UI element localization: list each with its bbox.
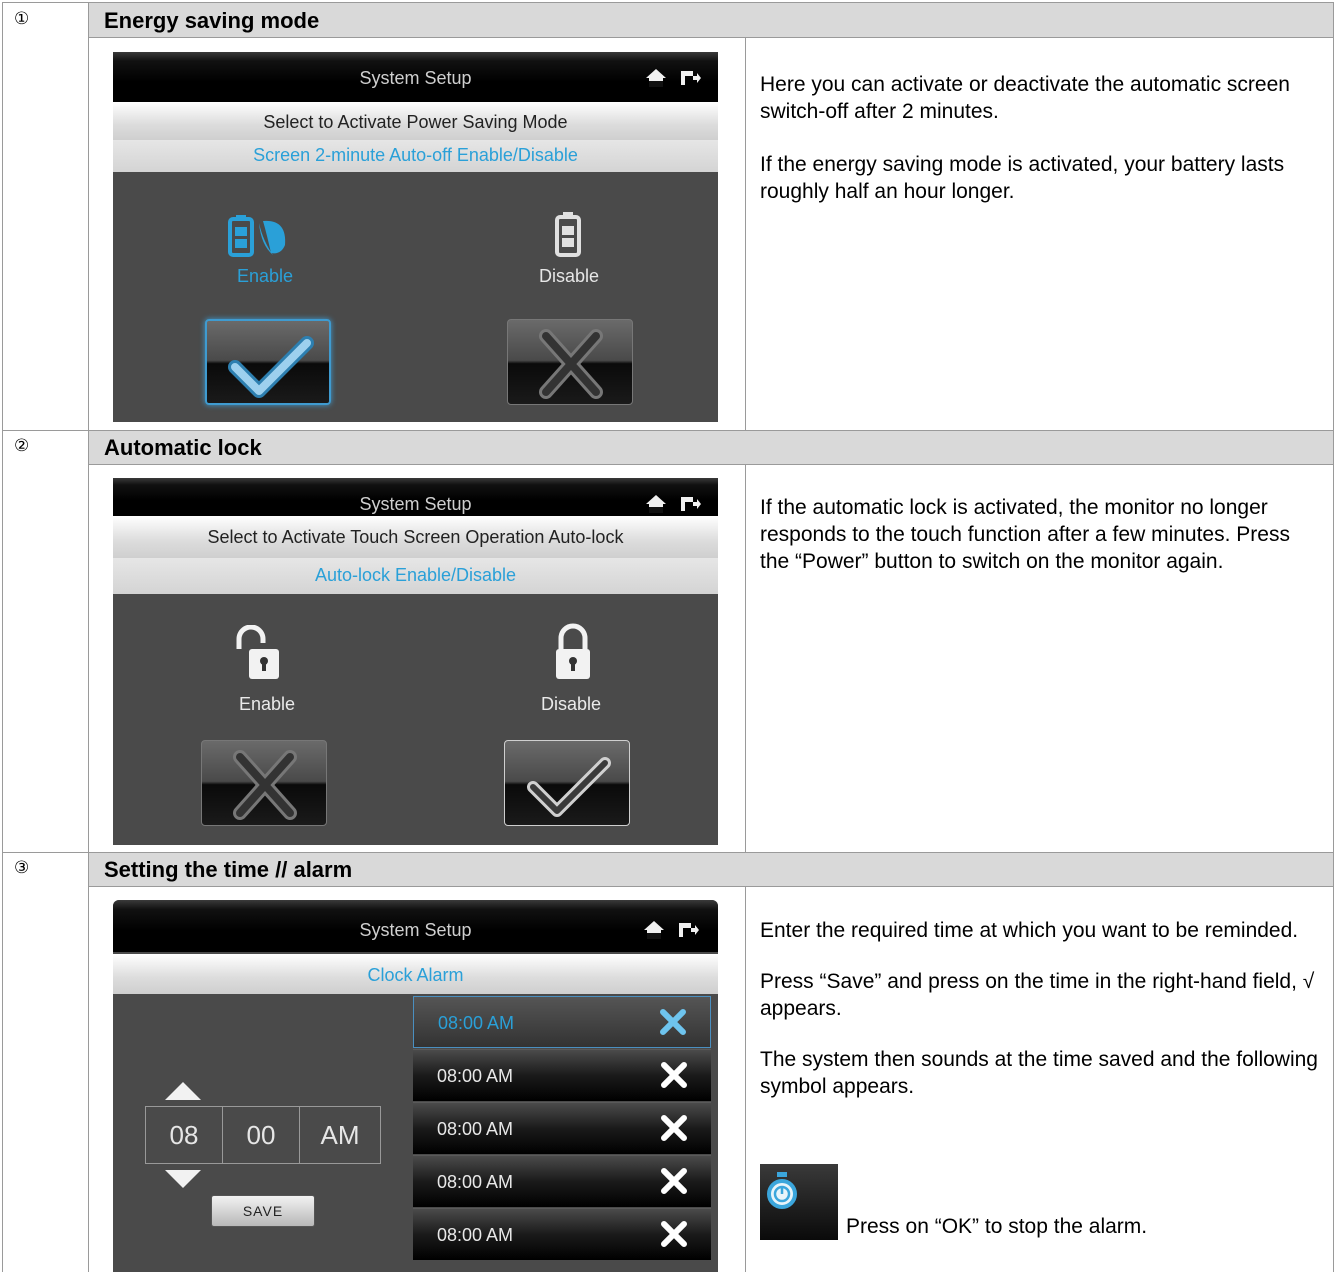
alarm-entry[interactable]: 08:00 AM [413,1102,711,1154]
stopwatch-icon [767,1172,797,1209]
alarm-time: 08:00 AM [437,1119,514,1139]
disable-confirm-button[interactable] [504,740,630,826]
stopwatch-alarm-icon [760,1164,838,1240]
clock-alarm-screen: System Setup Clock Alarm 08 00 AM SAVE 0… [113,900,718,1272]
description-paragraph: If the energy saving mode is activated, … [760,153,1285,203]
grid-line [745,37,746,430]
screen-title: System Setup [359,494,472,514]
screen-subtitle-blue: Screen 2-minute Auto-off Enable/Disable [253,145,578,165]
alarm-entry[interactable]: 08:00 AM [413,1155,711,1207]
section-description: If the automatic lock is activated, the … [760,494,1320,601]
instruction-table: ① Energy saving mode System Setup Select… [0,0,1336,1272]
description-paragraph: Press “Save” and press on the time in th… [760,970,1315,1020]
section-header-bg-2 [88,430,1334,464]
cross-icon [539,329,603,399]
screen-subtitle-band-blue: Auto-lock Enable/Disable [113,558,718,594]
minute-field[interactable]: 00 [222,1106,300,1164]
enable-confirm-button[interactable] [205,319,331,405]
alarm-time: 08:00 AM [437,1172,514,1192]
grid-line [2,2,1334,3]
screen-subtitle-band: Select to Activate Touch Screen Operatio… [113,516,718,558]
alarm-time: 08:00 AM [437,1225,514,1245]
screen-topbar: System Setup [113,52,718,102]
disable-label: Disable [538,266,600,286]
home-icon[interactable] [645,494,667,514]
home-icon[interactable] [645,68,667,88]
delete-icon[interactable] [659,1113,689,1143]
hour-field[interactable]: 08 [145,1106,223,1164]
screen-title: System Setup [359,68,472,88]
enable-cancel-button[interactable] [201,740,327,826]
section-description: Enter the required time at which you wan… [760,917,1320,1126]
check-icon [527,757,611,817]
screen-subtitle: Select to Activate Power Saving Mode [263,112,568,132]
section-number: ③ [14,858,30,877]
grid-line [2,430,1334,431]
alarm-entry[interactable]: 08:00 AM [413,1049,711,1101]
grid-line [745,886,746,1272]
screen-title: System Setup [359,920,472,940]
description-paragraph: If the automatic lock is activated, the … [760,496,1290,573]
section-title: Setting the time // alarm [104,857,353,882]
battery-icon [555,212,581,257]
exit-icon[interactable] [677,920,699,940]
description-paragraph: Enter the required time at which you wan… [760,919,1299,942]
screen-subtitle: Select to Activate Touch Screen Operatio… [207,527,624,547]
grid-line [2,852,1334,853]
section-number: ② [14,436,30,455]
grid-line [2,2,3,1272]
screen-subtitle-blue: Auto-lock Enable/Disable [314,565,517,585]
screen-topbar: System Setup [113,478,718,516]
description-paragraph: The system then sounds at the time saved… [760,1048,1318,1098]
description-paragraph: Here you can activate or deactivate the … [760,73,1290,123]
power-saving-screen: System Setup Select to Activate Power Sa… [113,52,718,422]
exit-icon[interactable] [679,494,701,514]
enable-label: Enable [238,694,296,714]
grid-line [88,37,1334,38]
section-description: Here you can activate or deactivate the … [760,71,1320,231]
unlocked-padlock-icon [236,625,279,679]
alarm-stop-text: Press on “OK” to stop the alarm. [846,1215,1148,1238]
screen-subtitle-band-blue: Screen 2-minute Auto-off Enable/Disable [113,140,718,172]
ampm-field[interactable]: AM [299,1106,381,1164]
grid-line [88,2,89,1272]
delete-icon[interactable] [658,1007,688,1037]
grid-line [745,464,746,852]
alarm-entry[interactable]: 08:00 AM [413,1208,711,1260]
alarm-time: 08:00 AM [438,1013,515,1033]
section-title: Energy saving mode [104,8,320,33]
delete-icon[interactable] [659,1219,689,1249]
decrease-arrow-icon[interactable] [165,1170,201,1188]
exit-icon[interactable] [679,68,701,88]
grid-line [1333,2,1334,1272]
screen-topbar: System Setup [113,900,718,952]
delete-icon[interactable] [659,1060,689,1090]
increase-arrow-icon[interactable] [165,1082,201,1100]
screen-subtitle-band: Select to Activate Power Saving Mode [113,102,718,140]
save-button[interactable]: SAVE [211,1195,315,1227]
section-title: Automatic lock [104,435,262,460]
locked-padlock-icon [556,623,590,679]
screen-subtitle-band: Clock Alarm [113,954,718,994]
delete-icon[interactable] [659,1166,689,1196]
grid-line [88,464,1334,465]
cross-icon [233,750,297,820]
check-icon [228,336,314,398]
auto-lock-screen: System Setup Select to Activate Touch Sc… [113,478,718,845]
disable-cancel-button[interactable] [507,319,633,405]
disable-label: Disable [540,694,602,714]
alarm-time: 08:00 AM [437,1066,514,1086]
grid-line [88,886,1334,887]
alarm-entry[interactable]: 08:00 AM [413,996,711,1048]
section-number: ① [14,9,30,28]
home-icon[interactable] [643,920,665,940]
battery-leaf-icon [228,215,286,257]
screen-subtitle-blue: Clock Alarm [367,965,464,985]
enable-label: Enable [236,266,294,286]
